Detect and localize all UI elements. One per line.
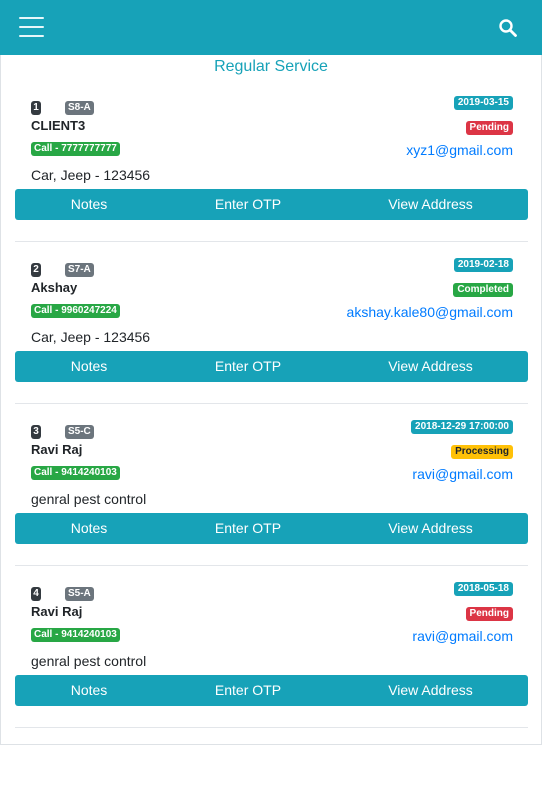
call-button[interactable]: Call - 7777777777 [31,142,120,156]
action-bar: Notes Enter OTP View Address [15,675,528,706]
booking-card: 2 S7-A Akshay Call - 9960247224 Car, Jee… [15,258,528,420]
call-button[interactable]: Call - 9414240103 [31,466,120,480]
hamburger-menu-icon[interactable] [19,17,44,37]
date-badge: 2018-12-29 17:00:00 [411,420,513,434]
date-badge: 2019-02-18 [453,258,513,272]
service-code-badge: S5-C [65,425,94,439]
view-address-button[interactable]: View Address [333,513,528,544]
client-name: Akshay [31,280,78,295]
call-button[interactable]: Call - 9414240103 [31,628,120,642]
search-icon[interactable] [498,18,518,38]
action-bar: Notes Enter OTP View Address [15,513,528,544]
notes-button[interactable]: Notes [15,675,163,706]
booking-card: 1 S8-A CLIENT3 Call - 7777777777 Car, Je… [15,96,528,258]
action-bar: Notes Enter OTP View Address [15,351,528,382]
booking-card: 3 S5-C Ravi Raj Call - 9414240103 genral… [15,420,528,582]
client-name: Ravi Raj [31,442,83,457]
top-navbar [0,0,542,55]
service-code-badge: S8-A [65,101,94,115]
booking-card: 4 S5-A Ravi Raj Call - 9414240103 genral… [15,582,528,744]
service-code-badge: S7-A [65,263,94,277]
page-title: Regular Service [214,58,328,75]
email-link[interactable]: ravi@gmail.com [412,465,513,483]
status-badge: Pending [465,607,513,621]
notes-button[interactable]: Notes [15,513,163,544]
divider [15,403,528,404]
enter-otp-button[interactable]: Enter OTP [163,675,333,706]
view-address-button[interactable]: View Address [333,189,528,220]
booking-number-badge: 4 [31,587,41,601]
booking-number-badge: 3 [31,425,41,439]
divider [15,241,528,242]
booking-number-badge: 2 [31,263,41,277]
service-details: Car, Jeep - 123456 [31,329,151,345]
divider [15,565,528,566]
view-address-button[interactable]: View Address [333,351,528,382]
divider [15,727,528,728]
booking-number-badge: 1 [31,101,41,115]
status-badge: Completed [453,283,513,297]
call-button[interactable]: Call - 9960247224 [31,304,120,318]
service-details: genral pest control [31,653,147,669]
service-details: genral pest control [31,491,147,507]
action-bar: Notes Enter OTP View Address [15,189,528,220]
client-name: Ravi Raj [31,604,83,619]
date-badge: 2019-03-15 [453,96,513,110]
view-address-button[interactable]: View Address [333,675,528,706]
enter-otp-button[interactable]: Enter OTP [163,189,333,220]
status-badge: Processing [451,445,513,459]
enter-otp-button[interactable]: Enter OTP [163,351,333,382]
notes-button[interactable]: Notes [15,351,163,382]
status-badge: Pending [465,121,513,135]
notes-button[interactable]: Notes [15,189,163,220]
service-code-badge: S5-A [65,587,94,601]
email-link[interactable]: xyz1@gmail.com [406,141,513,159]
client-name: CLIENT3 [31,118,86,133]
enter-otp-button[interactable]: Enter OTP [163,513,333,544]
email-link[interactable]: ravi@gmail.com [412,627,513,645]
email-link[interactable]: akshay.kale80@gmail.com [347,303,513,321]
service-details: Car, Jeep - 123456 [31,167,151,183]
date-badge: 2018-05-18 [453,582,513,596]
